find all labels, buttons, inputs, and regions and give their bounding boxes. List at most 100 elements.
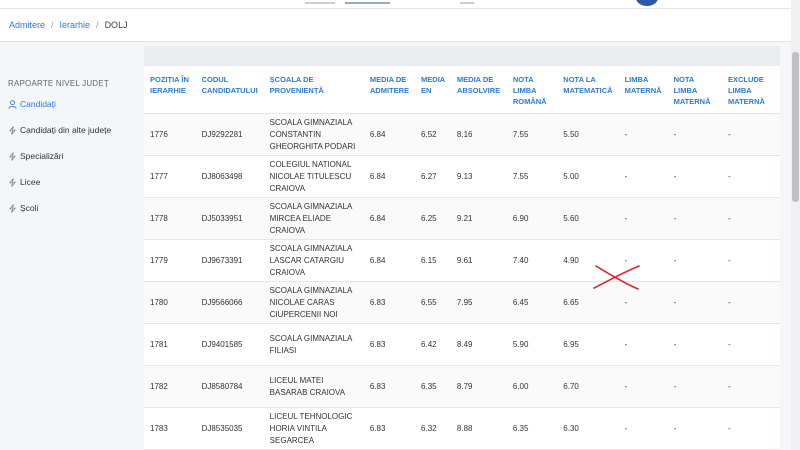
- candidate-code-cell: DJ8535035: [195, 407, 264, 450]
- user-icon: [8, 99, 17, 109]
- exclude-native-language-cell: -: [721, 365, 780, 408]
- en-average-cell: 6.32: [415, 407, 451, 450]
- column-header[interactable]: LIMBA MATERNĂ: [618, 66, 668, 114]
- column-header[interactable]: MEDIA DE ADMITERE: [363, 66, 416, 114]
- sidebar-item-scoli[interactable]: Școli: [8, 203, 38, 213]
- sidebar-item-label: Candidați din alte județe: [20, 125, 112, 135]
- breadcrumb-admitere[interactable]: Admitere: [9, 20, 45, 30]
- graduation-average-cell: 9.13: [450, 155, 507, 198]
- romanian-grade-cell: 7.55: [506, 155, 558, 198]
- table-toolbar: [144, 46, 780, 66]
- admission-average-cell: 6.84: [363, 197, 416, 240]
- exclude-native-language-cell: -: [721, 239, 780, 282]
- rank-cell: 1780: [144, 281, 196, 324]
- school-cell: SCOALA GIMNAZIALA FILIASI: [263, 323, 364, 366]
- breadcrumb: Admitere / Ierarhie / DOLJ: [0, 8, 800, 42]
- breadcrumb-ierarhie[interactable]: Ierarhie: [60, 20, 91, 30]
- column-header[interactable]: NOTA LIMBA ROMÂNĂ: [506, 66, 558, 114]
- candidate-code-cell: DJ9673391: [195, 239, 264, 282]
- graduation-average-cell: 8.16: [450, 113, 507, 156]
- table-row: 1777 DJ8063498 COLEGIUL NATIONAL NICOLAE T…: [144, 155, 780, 198]
- table-row: 1778 DJ5033951 SCOALA GIMNAZIALA MIRCEA EL…: [144, 197, 780, 240]
- sidebar-item-candidati-alte-judete[interactable]: Candidați din alte județe: [8, 125, 111, 135]
- native-language-grade-cell: -: [667, 197, 722, 240]
- column-header[interactable]: EXCLUDE LIMBA MATERNĂ: [721, 66, 780, 114]
- native-language-grade-cell: -: [667, 407, 722, 450]
- en-average-cell: 6.55: [415, 281, 451, 324]
- candidate-code-cell: DJ9292281: [195, 113, 264, 156]
- native-language-grade-cell: -: [667, 239, 722, 282]
- graduation-average-cell: 8.88: [450, 407, 507, 450]
- candidate-code-cell: DJ8063498: [195, 155, 264, 198]
- table-row: 1780 DJ9566066 SCOALA GIMNAZIALA NICOLAE C…: [144, 281, 780, 324]
- romanian-grade-cell: 7.55: [506, 113, 558, 156]
- native-language-grade-cell: -: [667, 113, 722, 156]
- logo-small: [460, 0, 474, 4]
- native-language-cell: -: [618, 239, 668, 282]
- math-grade-cell: 5.00: [557, 155, 619, 198]
- scrollbar-thumb[interactable]: [792, 52, 799, 202]
- candidate-code-cell: DJ5033951: [195, 197, 264, 240]
- native-language-cell: -: [618, 113, 668, 156]
- column-header[interactable]: CODUL CANDIDATULUI: [195, 66, 264, 114]
- sidebar-item-label: Specializări: [20, 151, 64, 161]
- table-row: 1782 DJ8580784 LICEUL MATEI BASARAB CRAIOV…: [144, 365, 780, 408]
- graduation-average-cell: 8.49: [450, 323, 507, 366]
- exclude-native-language-cell: -: [721, 323, 780, 366]
- candidate-code-cell: DJ8580784: [195, 365, 264, 408]
- rank-cell: 1781: [144, 323, 196, 366]
- sidebar-item-candidati[interactable]: Candidați: [8, 99, 56, 109]
- native-language-cell: -: [618, 323, 668, 366]
- admission-average-cell: 6.83: [363, 407, 416, 450]
- school-cell: SCOALA GIMNAZIALA LASCAR CATARGIU CRAIOV…: [263, 239, 364, 282]
- table-row: 1783 DJ8535035 LICEUL TEHNOLOGIC HORIA VIN…: [144, 407, 780, 450]
- math-grade-cell: 4.90: [557, 239, 619, 282]
- native-language-grade-cell: -: [667, 281, 722, 324]
- page-scrollbar[interactable]: [791, 0, 800, 450]
- school-cell: SCOALA GIMNAZIALA CONSTANTIN GHEORGHITA …: [263, 113, 364, 156]
- column-header[interactable]: NOTA LIMBA MATERNĂ: [667, 66, 722, 114]
- rank-cell: 1783: [144, 407, 196, 450]
- bolt-icon: [9, 125, 16, 135]
- logo-emblem: [636, 0, 658, 6]
- top-header: [0, 0, 800, 8]
- breadcrumb-current: DOLJ: [104, 20, 128, 30]
- table-body: 1776 DJ9292281 SCOALA GIMNAZIALA CONSTANTI…: [144, 113, 780, 450]
- native-language-cell: -: [618, 365, 668, 408]
- graduation-average-cell: 8.79: [450, 365, 507, 408]
- math-grade-cell: 6.95: [557, 323, 619, 366]
- math-grade-cell: 6.65: [557, 281, 619, 324]
- admission-average-cell: 6.83: [363, 281, 416, 324]
- column-header[interactable]: POZIȚIA ÎN IERARHIE: [144, 66, 196, 114]
- romanian-grade-cell: 6.00: [506, 365, 558, 408]
- bolt-icon: [9, 177, 16, 187]
- column-header[interactable]: MEDIA DE ABSOLVIRE: [450, 66, 507, 114]
- math-grade-cell: 5.50: [557, 113, 619, 156]
- native-language-cell: -: [618, 197, 668, 240]
- school-cell: SCOALA GIMNAZIALA NICOLAE CARAS CIUPERCE…: [263, 281, 364, 324]
- admission-average-cell: 6.84: [363, 239, 416, 282]
- table-row: 1779 DJ9673391 SCOALA GIMNAZIALA LASCAR CA…: [144, 239, 780, 282]
- native-language-grade-cell: -: [667, 155, 722, 198]
- en-average-cell: 6.52: [415, 113, 451, 156]
- sidebar-section-title: RAPOARTE NIVEL JUDEȚ: [8, 79, 109, 88]
- graduation-average-cell: 9.21: [450, 197, 507, 240]
- native-language-grade-cell: -: [667, 323, 722, 366]
- romanian-grade-cell: 6.35: [506, 407, 558, 450]
- native-language-cell: -: [618, 155, 668, 198]
- sidebar-item-label: Licee: [20, 177, 41, 187]
- math-grade-cell: 5.60: [557, 197, 619, 240]
- romanian-grade-cell: 7.40: [506, 239, 558, 282]
- sidebar-item-specializari[interactable]: Specializări: [8, 151, 63, 161]
- column-header[interactable]: NOTA LA MATEMATICĂ: [557, 66, 619, 114]
- column-header[interactable]: ȘCOALA DE PROVENIENȚĂ: [263, 66, 364, 114]
- breadcrumb-separator: /: [96, 20, 99, 30]
- math-grade-cell: 6.30: [557, 407, 619, 450]
- column-header[interactable]: MEDIA EN: [415, 66, 451, 114]
- native-language-cell: -: [618, 407, 668, 450]
- romanian-grade-cell: 5.90: [506, 323, 558, 366]
- results-table-container: POZIȚIA ÎN IERARHIE CODUL CANDIDATULUI Ș…: [144, 46, 780, 450]
- native-language-grade-cell: -: [667, 365, 722, 408]
- results-table: POZIȚIA ÎN IERARHIE CODUL CANDIDATULUI Ș…: [144, 66, 780, 450]
- sidebar-item-licee[interactable]: Licee: [8, 177, 40, 187]
